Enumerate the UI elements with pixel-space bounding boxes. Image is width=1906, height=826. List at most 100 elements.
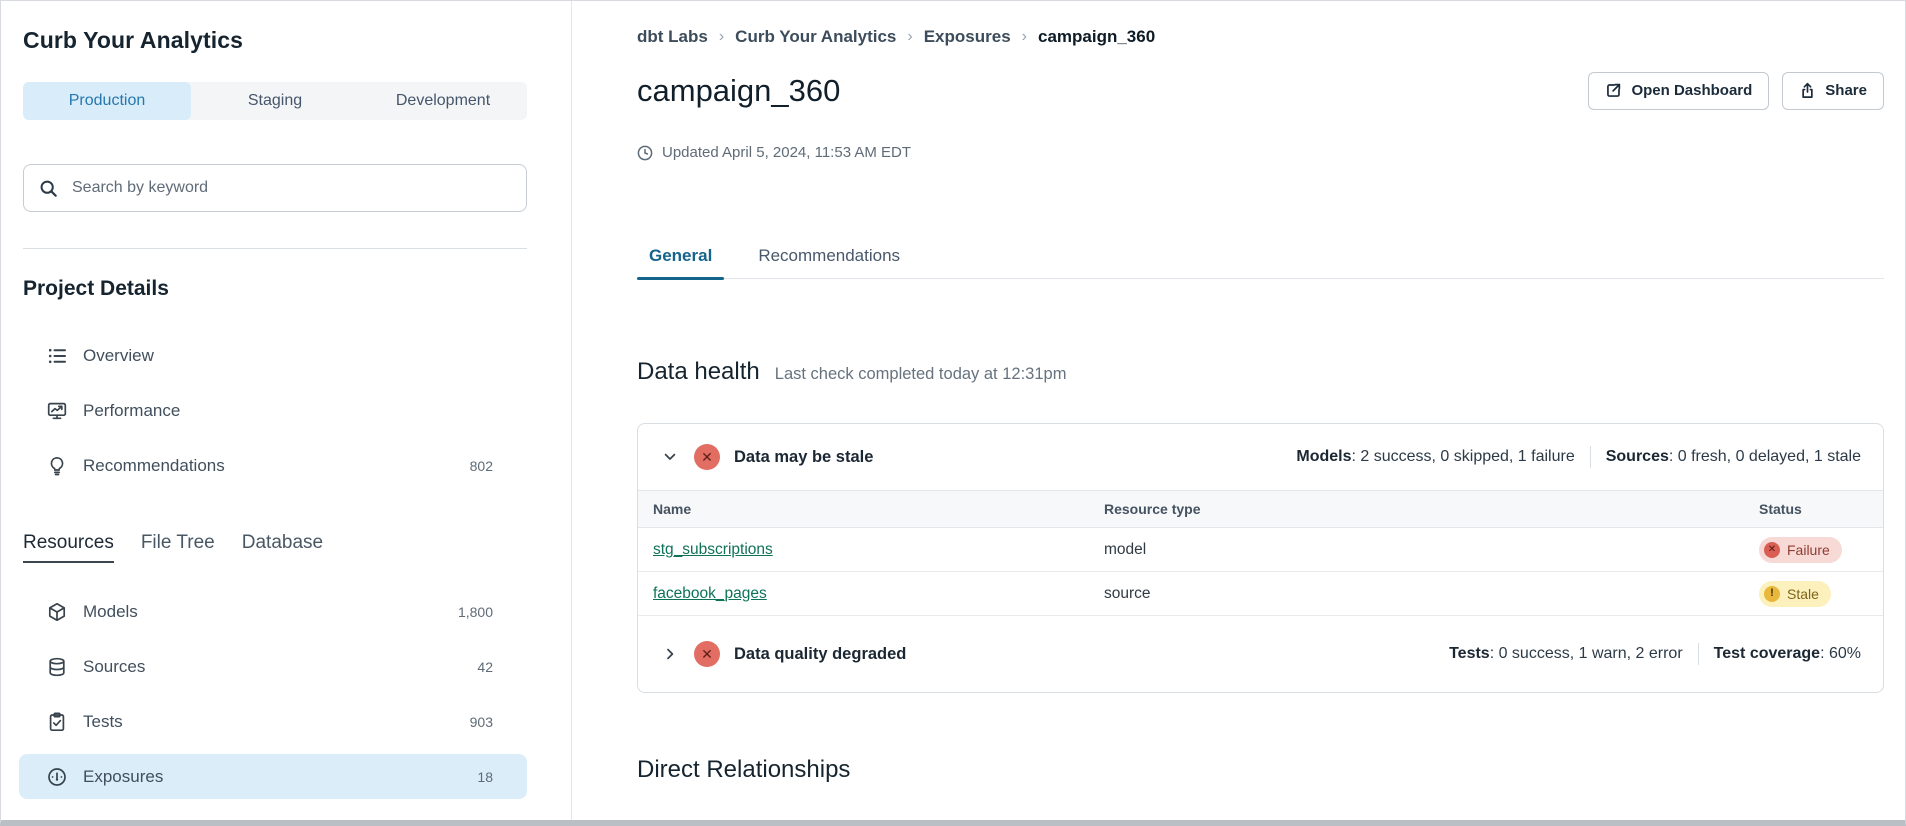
stat-divider bbox=[1698, 643, 1699, 665]
gauge-icon bbox=[47, 767, 67, 787]
sources-stat: Sources: 0 fresh, 0 delayed, 1 stale bbox=[1606, 448, 1861, 466]
data-health-heading-row: Data health Last check completed today a… bbox=[637, 357, 1884, 387]
chevron-right-icon: › bbox=[719, 28, 724, 46]
updated-text: Updated April 5, 2024, 11:53 AM EDT bbox=[662, 144, 911, 161]
resource-link-stg-subscriptions[interactable]: stg_subscriptions bbox=[653, 541, 773, 558]
sidebar-item-count: 42 bbox=[477, 659, 493, 675]
error-status-icon: ✕ bbox=[694, 641, 720, 667]
project-details-heading: Project Details bbox=[23, 277, 571, 301]
clipboard-check-icon bbox=[47, 712, 67, 732]
search-box[interactable] bbox=[23, 164, 527, 212]
breadcrumb-current: campaign_360 bbox=[1038, 27, 1155, 47]
sidebar-item-overview[interactable]: Overview bbox=[19, 333, 527, 378]
sidebar: Curb Your Analytics Production Staging D… bbox=[1, 1, 572, 820]
breadcrumb-dbt-labs[interactable]: dbt Labs bbox=[637, 27, 708, 47]
column-name: Name bbox=[638, 501, 1104, 517]
table-header: Name Resource type Status bbox=[638, 490, 1883, 528]
database-icon bbox=[47, 657, 67, 677]
share-label: Share bbox=[1825, 82, 1867, 99]
project-details-nav: Overview Performance bbox=[19, 333, 527, 488]
clock-icon bbox=[637, 145, 653, 161]
share-button[interactable]: Share bbox=[1782, 72, 1884, 110]
stale-section-title: Data may be stale bbox=[734, 448, 873, 467]
external-link-icon bbox=[1605, 82, 1622, 99]
search-icon bbox=[39, 179, 58, 198]
models-stat: Models: 2 success, 0 skipped, 1 failure bbox=[1296, 448, 1574, 466]
sidebar-item-count: 18 bbox=[477, 769, 493, 785]
page-title: campaign_360 bbox=[637, 71, 840, 110]
sidebar-divider bbox=[23, 248, 527, 249]
tab-database[interactable]: Database bbox=[242, 532, 323, 563]
header-actions: Open Dashboard Share bbox=[1588, 72, 1884, 110]
sidebar-item-label: Recommendations bbox=[83, 456, 225, 476]
status-badge-failure: ✕ Failure bbox=[1759, 537, 1842, 563]
resource-view-tabs: Resources File Tree Database bbox=[23, 532, 571, 563]
collapse-chevron-down-icon[interactable] bbox=[660, 447, 680, 467]
updated-timestamp: Updated April 5, 2024, 11:53 AM EDT bbox=[637, 144, 1884, 161]
stat-divider bbox=[1590, 446, 1591, 468]
resource-type-cell: model bbox=[1104, 541, 1759, 559]
main-content: dbt Labs › Curb Your Analytics › Exposur… bbox=[572, 1, 1905, 820]
lightbulb-icon bbox=[47, 456, 67, 476]
tab-recommendations[interactable]: Recommendations bbox=[746, 246, 912, 278]
resource-link-facebook-pages[interactable]: facebook_pages bbox=[653, 585, 767, 602]
resource-type-cell: source bbox=[1104, 585, 1759, 603]
sidebar-item-tests[interactable]: Tests 903 bbox=[19, 699, 527, 744]
sidebar-item-performance[interactable]: Performance bbox=[19, 388, 527, 433]
tab-file-tree[interactable]: File Tree bbox=[141, 532, 215, 563]
sidebar-item-sources[interactable]: Sources 42 bbox=[19, 644, 527, 689]
breadcrumb-project[interactable]: Curb Your Analytics bbox=[735, 27, 896, 47]
expand-chevron-right-icon[interactable] bbox=[660, 644, 680, 664]
tab-resources[interactable]: Resources bbox=[23, 532, 114, 563]
sidebar-item-label: Models bbox=[83, 602, 138, 622]
breadcrumb-exposures[interactable]: Exposures bbox=[924, 27, 1011, 47]
last-check-text: Last check completed today at 12:31pm bbox=[775, 365, 1067, 384]
list-icon bbox=[47, 346, 67, 366]
dbt-explorer-page: Curb Your Analytics Production Staging D… bbox=[0, 0, 1906, 826]
performance-icon bbox=[47, 401, 67, 421]
data-health-card: ✕ Data may be stale Models: 2 success, 0… bbox=[637, 423, 1884, 693]
share-icon bbox=[1799, 82, 1816, 99]
sidebar-item-label: Sources bbox=[83, 657, 145, 677]
env-tab-staging[interactable]: Staging bbox=[191, 82, 359, 120]
open-dashboard-button[interactable]: Open Dashboard bbox=[1588, 72, 1769, 110]
sidebar-item-count: 802 bbox=[470, 458, 493, 474]
open-dashboard-label: Open Dashboard bbox=[1631, 82, 1752, 99]
title-row: campaign_360 Open Dashboard bbox=[637, 71, 1884, 110]
column-status: Status bbox=[1759, 501, 1883, 517]
column-resource-type: Resource type bbox=[1104, 501, 1759, 517]
stale-section-row: ✕ Data may be stale Models: 2 success, 0… bbox=[638, 424, 1883, 490]
quality-section-stats: Tests: 0 success, 1 warn, 2 error Test c… bbox=[1449, 643, 1861, 665]
quality-section-title: Data quality degraded bbox=[734, 645, 906, 664]
x-circle-icon: ✕ bbox=[1764, 542, 1780, 558]
resources-nav: Models 1,800 Sources 42 bbox=[19, 589, 527, 799]
environment-tabs: Production Staging Development bbox=[23, 82, 527, 120]
direct-relationships-heading: Direct Relationships bbox=[637, 755, 1884, 785]
table-row: stg_subscriptions model ✕ Failure bbox=[638, 528, 1883, 572]
sidebar-item-label: Overview bbox=[83, 346, 154, 366]
quality-section-left: ✕ Data quality degraded bbox=[660, 641, 906, 667]
data-health-heading: Data health bbox=[637, 357, 760, 387]
quality-section-row: ✕ Data quality degraded Tests: 0 success… bbox=[638, 616, 1883, 692]
search-input[interactable] bbox=[70, 178, 511, 198]
detail-tabs: General Recommendations bbox=[637, 246, 1884, 279]
env-tab-development[interactable]: Development bbox=[359, 82, 527, 120]
sidebar-item-recommendations[interactable]: Recommendations 802 bbox=[19, 443, 527, 488]
exclamation-circle-icon: ! bbox=[1764, 586, 1780, 602]
sidebar-item-count: 903 bbox=[470, 714, 493, 730]
test-coverage-stat: Test coverage: 60% bbox=[1714, 645, 1861, 663]
table-row: facebook_pages source ! Stale bbox=[638, 572, 1883, 616]
chevron-right-icon: › bbox=[1022, 28, 1027, 46]
project-title: Curb Your Analytics bbox=[23, 27, 571, 54]
stale-section-stats: Models: 2 success, 0 skipped, 1 failure … bbox=[1296, 446, 1861, 468]
env-tab-production[interactable]: Production bbox=[23, 82, 191, 120]
chevron-right-icon: › bbox=[907, 28, 912, 46]
tests-stat: Tests: 0 success, 1 warn, 2 error bbox=[1449, 645, 1683, 663]
sidebar-item-label: Exposures bbox=[83, 767, 163, 787]
sidebar-item-label: Tests bbox=[83, 712, 123, 732]
sidebar-item-exposures[interactable]: Exposures 18 bbox=[19, 754, 527, 799]
error-status-icon: ✕ bbox=[694, 444, 720, 470]
sidebar-item-models[interactable]: Models 1,800 bbox=[19, 589, 527, 634]
stale-section-left: ✕ Data may be stale bbox=[660, 444, 873, 470]
tab-general[interactable]: General bbox=[637, 246, 724, 278]
